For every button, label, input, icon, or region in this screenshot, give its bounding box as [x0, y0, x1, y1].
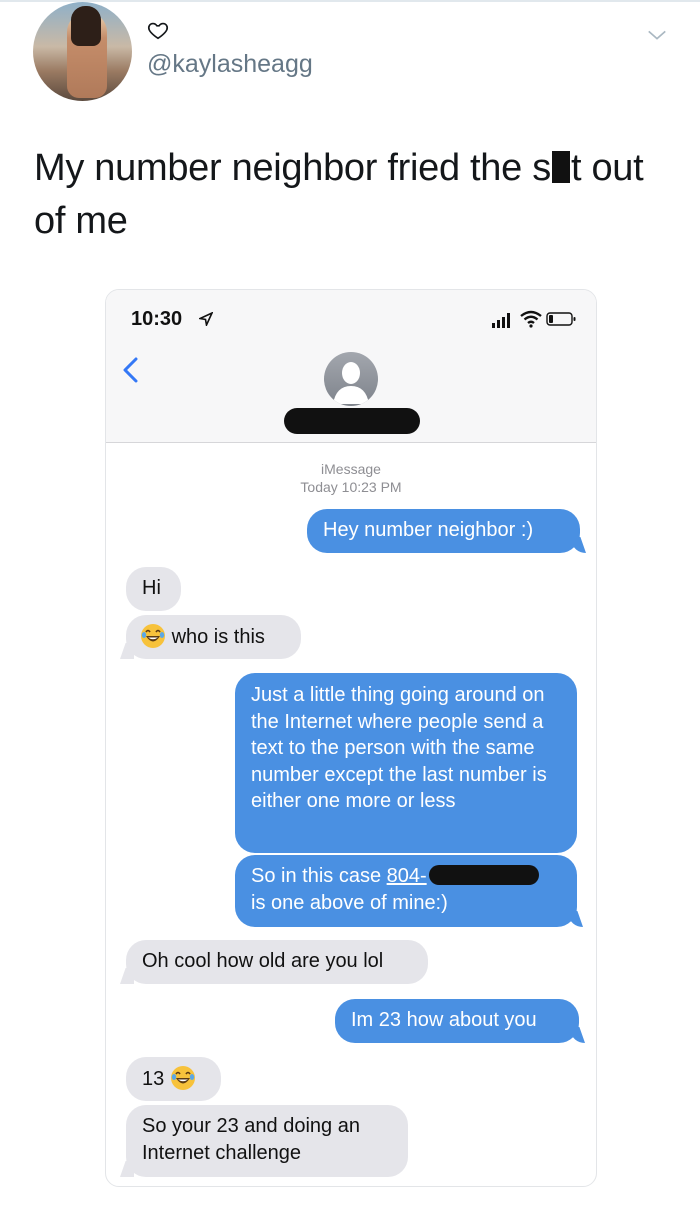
status-time: 10:30 [131, 308, 183, 330]
thread-header: iMessage Today 10:23 PM [106, 460, 596, 496]
avatar-hair [71, 6, 101, 46]
battery-icon [546, 312, 576, 326]
top-divider [0, 0, 700, 2]
message-text: So your 23 and doing an Internet challen… [142, 1115, 360, 1164]
message-bubble-incoming[interactable]: who is this [126, 615, 301, 659]
messages-nav-bar: 10:30 [106, 290, 596, 443]
message-text: Hey number neighbor :) [323, 519, 534, 541]
profile-avatar[interactable] [33, 2, 132, 101]
message-bubble-outgoing[interactable]: Just a little thing going around on the … [235, 673, 577, 853]
service-label: iMessage [321, 461, 381, 477]
message-bubble-incoming[interactable]: Hi [126, 567, 181, 611]
message-text: 13 [142, 1068, 165, 1090]
message-text: Just a little thing going around on the … [251, 684, 547, 813]
person-silhouette-icon [333, 362, 369, 404]
tweet-text: My number neighbor fried the st out of m… [34, 142, 674, 248]
censor-block [551, 151, 570, 183]
back-chevron-icon[interactable] [120, 356, 142, 384]
message-text: who is this [171, 626, 265, 648]
message-text-after: is one above of mine:) [251, 891, 448, 914]
chevron-down-icon[interactable] [646, 24, 668, 46]
message-text: Im 23 how about you [351, 1009, 537, 1031]
signal-bars-icon [492, 313, 510, 328]
contact-avatar[interactable] [324, 352, 378, 406]
phone-number-link[interactable]: 804- [387, 865, 427, 887]
wifi-icon [520, 310, 542, 328]
message-bubble-incoming[interactable]: Oh cool how old are you lol [126, 940, 428, 984]
message-bubble-outgoing[interactable]: Im 23 how about you [335, 999, 579, 1043]
message-bubble-outgoing[interactable]: Hey number neighbor :) [307, 509, 580, 553]
phone-number-redaction [428, 865, 539, 885]
message-text: Hi [142, 577, 161, 599]
contact-name-redaction [284, 408, 420, 434]
laughing-emoji-icon [141, 624, 165, 648]
user-handle[interactable]: @kaylasheagg [147, 50, 313, 79]
message-text-before: So in this case [251, 865, 387, 887]
message-bubble-outgoing[interactable]: So in this case 804- is one above of min… [235, 855, 577, 927]
message-bubble-incoming[interactable]: 13 [126, 1057, 221, 1101]
thread-timestamp: Today 10:23 PM [300, 479, 402, 495]
tweet-text-part1: My number neighbor fried the s [34, 147, 551, 189]
heart-icon[interactable] [147, 19, 169, 41]
location-arrow-icon [199, 312, 213, 326]
laughing-emoji-icon [170, 1066, 195, 1090]
conversation: iMessage Today 10:23 PM Hey number neigh… [106, 443, 596, 1186]
message-bubble-incoming[interactable]: So your 23 and doing an Internet challen… [126, 1105, 408, 1177]
imessage-screenshot[interactable]: 10:30 iMessage Today 10:23 PM Hey number… [105, 289, 597, 1187]
message-text: Oh cool how old are you lol [142, 950, 384, 972]
